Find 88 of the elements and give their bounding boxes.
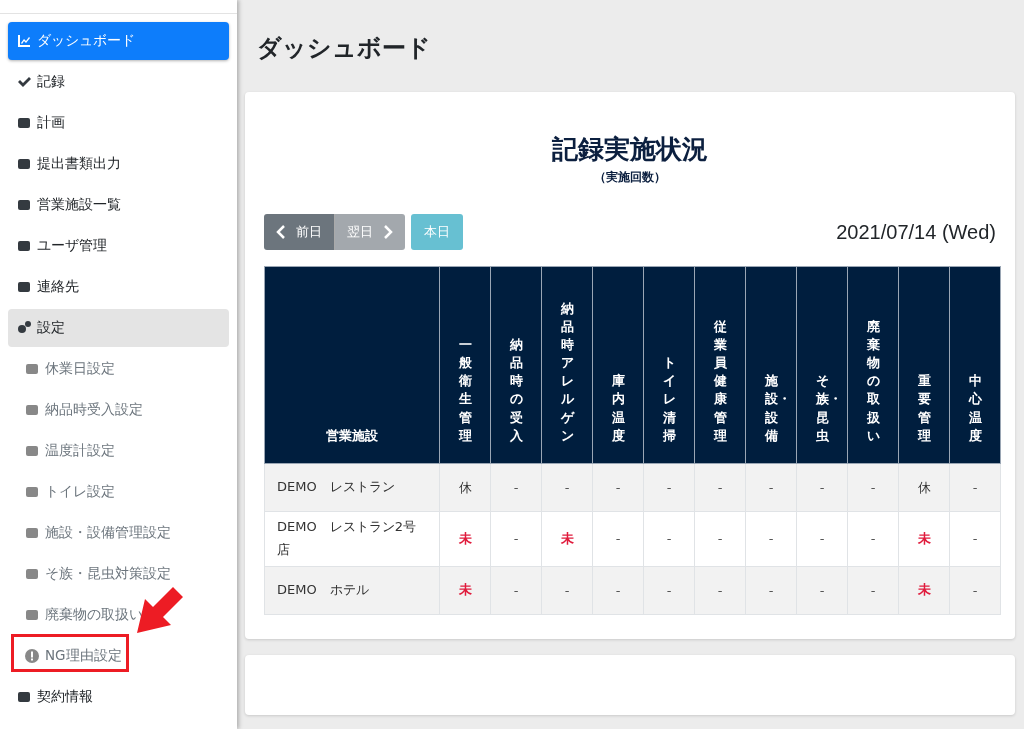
status-cell: - bbox=[541, 566, 593, 614]
menu-icon bbox=[16, 33, 32, 49]
status-cell: - bbox=[847, 463, 899, 512]
status-cell: 未 bbox=[898, 566, 950, 614]
status-cell: - bbox=[796, 511, 848, 566]
sidebar-item[interactable]: トイレ設定 bbox=[8, 473, 229, 511]
sidebar-item[interactable]: ユーザ管理 bbox=[8, 227, 229, 265]
status-cell: - bbox=[541, 463, 593, 512]
status-cell: - bbox=[592, 566, 644, 614]
sidebar-item[interactable]: NG理由設定 bbox=[8, 637, 229, 675]
sidebar-item[interactable]: 納品時受入設定 bbox=[8, 391, 229, 429]
column-header: 一般衛生管理 bbox=[439, 266, 491, 464]
sidebar-item[interactable]: 施設・設備管理設定 bbox=[8, 514, 229, 552]
status-cell: - bbox=[490, 566, 542, 614]
status-cell: - bbox=[949, 463, 1001, 512]
chevron-left-icon bbox=[276, 225, 286, 239]
status-cell: 未 bbox=[898, 511, 950, 566]
menu-icon bbox=[24, 525, 40, 541]
status-cell: - bbox=[643, 511, 695, 566]
status-cell: - bbox=[643, 463, 695, 512]
status-cell: - bbox=[745, 566, 797, 614]
sidebar-item[interactable]: 休業日設定 bbox=[8, 350, 229, 388]
status-cell: - bbox=[592, 463, 644, 512]
sidebar-item[interactable]: 設定 bbox=[8, 309, 229, 347]
status-cell: - bbox=[745, 463, 797, 512]
column-header: 納品時アレルゲン bbox=[541, 266, 593, 464]
sidebar-item[interactable]: 記録 bbox=[8, 63, 229, 101]
column-header: トイレ清掃 bbox=[643, 266, 695, 464]
menu-icon bbox=[16, 197, 32, 213]
status-cell: - bbox=[694, 511, 746, 566]
column-header: 営業施設 bbox=[264, 266, 440, 464]
column-header: 施設・設備 bbox=[745, 266, 797, 464]
status-cell: - bbox=[847, 511, 899, 566]
menu-icon bbox=[16, 115, 32, 131]
status-cell: - bbox=[643, 566, 695, 614]
date-label: 2021/07/14 (Wed) bbox=[836, 220, 996, 244]
status-cell: - bbox=[949, 566, 1001, 614]
menu-icon bbox=[24, 402, 40, 418]
sidebar-item[interactable]: 営業施設一覧 bbox=[8, 186, 229, 224]
card-title: 記録実施状況 bbox=[551, 133, 709, 166]
status-cell: - bbox=[694, 463, 746, 512]
menu-icon bbox=[24, 443, 40, 459]
sidebar-item[interactable]: ダッシュボード bbox=[8, 22, 229, 60]
column-header: 廃棄物の取扱い bbox=[847, 266, 899, 464]
sidebar-item[interactable]: 計画 bbox=[8, 104, 229, 142]
column-header: 庫内温度 bbox=[592, 266, 644, 464]
menu-icon bbox=[16, 156, 32, 172]
status-cell: - bbox=[490, 463, 542, 512]
page-title: ダッシュボード bbox=[257, 33, 432, 64]
status-cell: - bbox=[796, 566, 848, 614]
column-header: 納品時の受入 bbox=[490, 266, 542, 464]
facility-cell: DEMO ホテル bbox=[264, 566, 440, 614]
status-cell: 未 bbox=[439, 511, 491, 566]
chevron-right-icon bbox=[383, 225, 393, 239]
sidebar-item[interactable]: 連絡先 bbox=[8, 268, 229, 306]
card-subtitle: （実施回数） bbox=[593, 169, 667, 186]
column-header: そ族・昆虫 bbox=[796, 266, 848, 464]
date-nav-button[interactable]: 前日 bbox=[264, 214, 334, 250]
status-cell: - bbox=[490, 511, 542, 566]
menu-icon bbox=[16, 689, 32, 705]
menu-icon bbox=[16, 238, 32, 254]
column-header: 従業員健康管理 bbox=[694, 266, 746, 464]
menu-icon bbox=[16, 74, 32, 90]
status-cell: - bbox=[694, 566, 746, 614]
menu-icon bbox=[24, 484, 40, 500]
menu-icon bbox=[24, 648, 40, 664]
status-cell: 休 bbox=[898, 463, 950, 512]
sidebar-item[interactable]: そ族・昆虫対策設定 bbox=[8, 555, 229, 593]
status-cell: - bbox=[592, 511, 644, 566]
sidebar-item[interactable]: 提出書類出力 bbox=[8, 145, 229, 183]
sidebar-item[interactable]: 温度計設定 bbox=[8, 432, 229, 470]
status-cell: 未 bbox=[439, 566, 491, 614]
status-cell: 未 bbox=[541, 511, 593, 566]
status-cell: - bbox=[745, 511, 797, 566]
column-header: 重要管理 bbox=[898, 266, 950, 464]
menu-icon bbox=[24, 607, 40, 623]
status-cell: 休 bbox=[439, 463, 491, 512]
status-cell: - bbox=[796, 463, 848, 512]
facility-cell: DEMO レストラン bbox=[264, 463, 440, 512]
status-cell: - bbox=[949, 511, 1001, 566]
facility-cell: DEMO レストラン2号店 bbox=[264, 511, 440, 566]
menu-icon bbox=[16, 279, 32, 295]
menu-icon bbox=[24, 566, 40, 582]
status-cell: - bbox=[847, 566, 899, 614]
column-header: 中心温度 bbox=[949, 266, 1001, 464]
menu-icon bbox=[24, 361, 40, 377]
menu-icon bbox=[16, 320, 32, 336]
sidebar-item[interactable]: 契約情報 bbox=[8, 678, 229, 716]
